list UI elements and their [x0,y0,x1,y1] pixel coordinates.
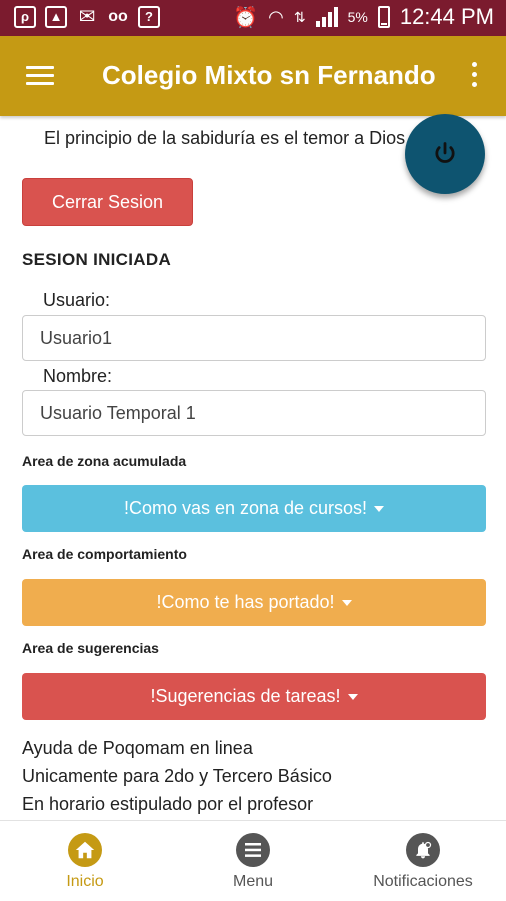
app-title: Colegio Mixto sn Fernando [102,60,436,90]
alarm-icon: ⏰ [233,6,259,29]
user-label: Usuario: [43,290,111,310]
wifi-icon: ◠ [268,6,284,27]
nav-menu-label: Menu [232,873,274,890]
behavior-section-label: Area de comportamiento [22,546,187,562]
overflow-menu-icon[interactable] [472,62,478,88]
battery-percent: 5% [347,9,368,25]
info-line: En horario estipulado por el profesor [22,794,314,814]
logout-button[interactable]: Cerrar Sesion [22,178,193,226]
unknown-file-icon: ? [138,6,160,28]
suggestions-dropdown-label: !Sugerencias de tareas! [150,686,341,706]
suggestions-dropdown-button[interactable]: !Sugerencias de tareas! [22,673,486,720]
nav-home[interactable]: Inicio [52,821,118,901]
voicemail-icon: oo [108,8,128,25]
caret-down-icon [374,505,385,512]
motto-text: El principio de la sabiduría es el temor… [44,128,406,148]
power-icon [435,142,455,163]
name-field[interactable]: Usuario Temporal 1 [22,390,486,436]
nav-notifications-label: Notificaciones [373,873,473,890]
mail-icon: ✉ [78,6,96,28]
app-notification-icon: ρ [14,6,36,28]
user-field[interactable]: Usuario1 [22,315,486,361]
bottom-navigation: Inicio Menu Notificaciones [0,820,506,901]
app-bar: Colegio Mixto sn Fernando [0,36,506,116]
nav-menu[interactable]: Menu [220,821,286,901]
name-field-value: Usuario Temporal 1 [40,402,196,423]
system-indicators: ⏰ ◠ ⇅ 5% 12:44 PM [233,4,494,30]
behavior-dropdown-label: !Como te has portado! [156,592,335,612]
info-line: Unicamente para 2do y Tercero Básico [22,766,332,786]
clock: 12:44 PM [399,4,494,29]
nav-notifications[interactable]: Notificaciones [362,821,484,901]
session-heading: SESION INICIADA [22,250,172,269]
nav-home-label: Inicio [66,873,104,890]
zone-dropdown-button[interactable]: !Como vas en zona de cursos! [22,485,486,532]
menu-icon [236,833,270,867]
data-transfer-icon: ⇅ [293,8,306,25]
hamburger-menu-icon[interactable] [26,66,54,86]
home-icon [68,833,102,867]
status-bar: ρ ▲ ✉ oo ? ⏰ ◠ ⇅ 5% 12:44 PM [0,0,506,36]
caret-down-icon [347,693,358,700]
info-line: Ayuda de Poqomam en linea [22,738,253,758]
zone-dropdown-label: !Como vas en zona de cursos! [123,498,368,518]
notifications-icon [406,833,440,867]
notification-icons: ρ ▲ ✉ oo ? [14,6,160,28]
user-field-value: Usuario1 [40,327,113,348]
behavior-dropdown-button[interactable]: !Como te has portado! [22,579,486,626]
zone-section-label: Area de zona acumulada [22,453,187,469]
image-icon: ▲ [45,6,67,28]
battery-icon [377,6,390,28]
name-label: Nombre: [43,366,113,386]
suggestions-section-label: Area de sugerencias [22,640,159,656]
power-fab-button[interactable] [405,114,485,194]
signal-icon [315,7,338,27]
caret-down-icon [341,599,352,606]
